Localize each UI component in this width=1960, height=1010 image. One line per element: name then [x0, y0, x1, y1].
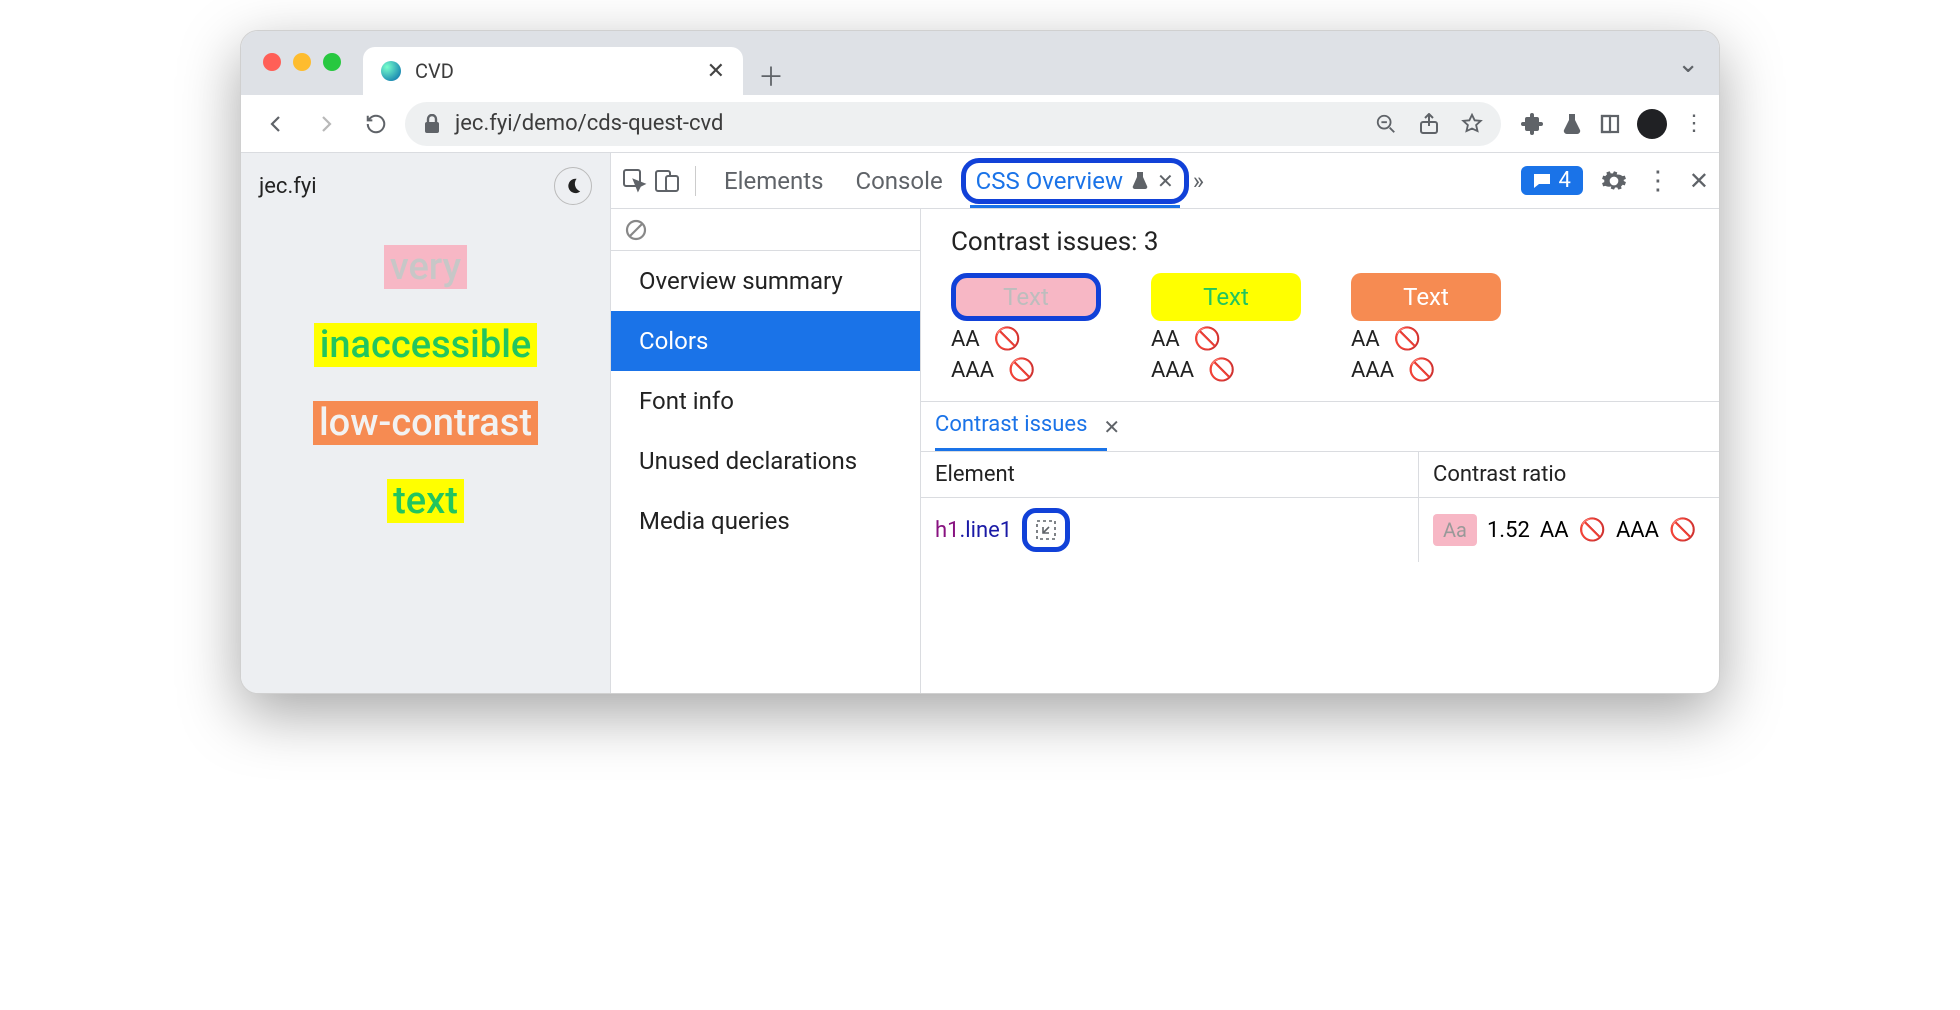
- contrast-table-row[interactable]: h1.line1 Aa 1.52 AA 🚫: [921, 498, 1719, 562]
- sample-text-1: very: [384, 245, 467, 289]
- share-icon[interactable]: [1419, 113, 1439, 135]
- lock-icon: [423, 114, 441, 134]
- inspect-element-icon[interactable]: [621, 167, 649, 195]
- fail-icon: 🚫: [1669, 518, 1696, 543]
- messages-count: 4: [1559, 168, 1571, 193]
- messages-chip[interactable]: 4: [1521, 166, 1583, 195]
- nav-unused-declarations[interactable]: Unused declarations: [611, 431, 920, 491]
- tab-console[interactable]: Console: [841, 161, 956, 201]
- tab-css-overview-highlight: CSS Overview ✕: [961, 158, 1189, 204]
- row-aa-label: AA: [1540, 518, 1569, 543]
- browser-tab[interactable]: CVD ✕: [363, 47, 743, 95]
- clear-icon[interactable]: [625, 219, 647, 241]
- close-devtools-icon[interactable]: ✕: [1689, 167, 1709, 195]
- labs-icon[interactable]: [1561, 112, 1583, 136]
- fail-icon: 🚫: [1008, 358, 1035, 383]
- kebab-menu-icon[interactable]: ⋮: [1645, 166, 1671, 196]
- new-tab-button[interactable]: ＋: [751, 55, 791, 95]
- nav-media-queries[interactable]: Media queries: [611, 491, 920, 551]
- close-window-button[interactable]: [263, 53, 281, 71]
- sample-text-3: low-contrast: [313, 401, 538, 445]
- forward-button[interactable]: [305, 103, 347, 145]
- fail-icon: 🚫: [1394, 327, 1421, 352]
- extensions-icon[interactable]: [1521, 112, 1545, 136]
- contrast-ratio-value: 1.52: [1487, 518, 1530, 543]
- tab-elements[interactable]: Elements: [710, 161, 837, 201]
- content-area: jec.fyi very inaccessible low-contrast t…: [241, 153, 1719, 693]
- fail-icon: 🚫: [1408, 358, 1435, 383]
- flask-icon: [1131, 171, 1149, 191]
- browser-menu-icon[interactable]: ⋮: [1683, 111, 1705, 136]
- contrast-issues-heading: Contrast issues: 3: [921, 209, 1719, 267]
- nav-overview-summary[interactable]: Overview summary: [611, 251, 920, 311]
- subtab-close-icon[interactable]: ✕: [1103, 415, 1120, 439]
- sample-text-4: text: [387, 479, 464, 523]
- tab-strip: CVD ✕ ＋ ⌄: [241, 31, 1719, 95]
- browser-window: CVD ✕ ＋ ⌄ jec.fyi/demo/cds-quest-cvd: [240, 30, 1720, 694]
- address-bar[interactable]: jec.fyi/demo/cds-quest-cvd: [405, 102, 1501, 146]
- aa-label: AA: [951, 327, 980, 352]
- scroll-into-view-icon[interactable]: [1022, 508, 1070, 552]
- nav-font-info[interactable]: Font info: [611, 371, 920, 431]
- dark-mode-toggle[interactable]: [554, 167, 592, 205]
- fail-icon: 🚫: [1208, 358, 1235, 383]
- tabs-chevron-icon[interactable]: ⌄: [1677, 49, 1699, 79]
- tab-css-overview[interactable]: CSS Overview: [976, 167, 1123, 195]
- tab-close-icon[interactable]: ✕: [1157, 169, 1174, 193]
- contrast-swatch-2[interactable]: Text AA🚫 AAA🚫: [1151, 273, 1301, 383]
- profile-avatar[interactable]: [1637, 109, 1667, 139]
- window-controls: [263, 53, 341, 71]
- swatch-3-sample: Text: [1351, 273, 1501, 321]
- swatch-1-sample: Text: [951, 273, 1101, 321]
- css-overview-sidebar: Overview summary Colors Font info Unused…: [611, 209, 921, 693]
- contrast-sample-box: Aa: [1433, 514, 1477, 546]
- contrast-table-header: Element Contrast ratio: [921, 452, 1719, 498]
- nav-colors[interactable]: Colors: [611, 311, 920, 371]
- row-aaa-label: AAA: [1616, 518, 1659, 543]
- swatch-2-sample: Text: [1151, 273, 1301, 321]
- url-text: jec.fyi/demo/cds-quest-cvd: [455, 111, 723, 136]
- back-button[interactable]: [255, 103, 297, 145]
- device-toggle-icon[interactable]: [653, 167, 681, 195]
- rendered-page: jec.fyi very inaccessible low-contrast t…: [241, 153, 611, 693]
- browser-toolbar: jec.fyi/demo/cds-quest-cvd ⋮: [241, 95, 1719, 153]
- element-name: h1.line1: [935, 518, 1012, 543]
- devtools-panel: Elements Console CSS Overview ✕ » 4: [611, 153, 1719, 693]
- aaa-label: AAA: [951, 358, 994, 383]
- contrast-swatch-3[interactable]: Text AA🚫 AAA🚫: [1351, 273, 1501, 383]
- tab-title: CVD: [415, 59, 454, 83]
- contrast-detail-tabs: Contrast issues ✕: [921, 401, 1719, 452]
- reading-list-icon[interactable]: [1599, 113, 1621, 135]
- contrast-swatch-1[interactable]: Text AA🚫 AAA🚫: [951, 273, 1101, 383]
- tabs-overflow-icon[interactable]: »: [1193, 167, 1204, 195]
- css-overview-main: Contrast issues: 3 Text AA🚫 AAA🚫 Text AA…: [921, 209, 1719, 693]
- fail-icon: 🚫: [1194, 327, 1221, 352]
- fail-icon: 🚫: [1579, 518, 1606, 543]
- bookmark-star-icon[interactable]: [1461, 113, 1483, 135]
- zoom-out-icon[interactable]: [1375, 113, 1397, 135]
- reload-button[interactable]: [355, 103, 397, 145]
- fail-icon: 🚫: [994, 327, 1021, 352]
- favicon-icon: [381, 61, 401, 81]
- minimize-window-button[interactable]: [293, 53, 311, 71]
- subtab-contrast-issues[interactable]: Contrast issues: [935, 412, 1087, 441]
- col-element: Element: [921, 452, 1419, 497]
- settings-gear-icon[interactable]: [1601, 168, 1627, 194]
- maximize-window-button[interactable]: [323, 53, 341, 71]
- sample-text-2: inaccessible: [314, 323, 538, 367]
- devtools-tabbar: Elements Console CSS Overview ✕ » 4: [611, 153, 1719, 209]
- tab-close-button[interactable]: ✕: [707, 59, 725, 84]
- site-label: jec.fyi: [259, 174, 317, 199]
- col-contrast-ratio: Contrast ratio: [1419, 452, 1719, 497]
- css-overview-nav: Overview summary Colors Font info Unused…: [611, 251, 920, 551]
